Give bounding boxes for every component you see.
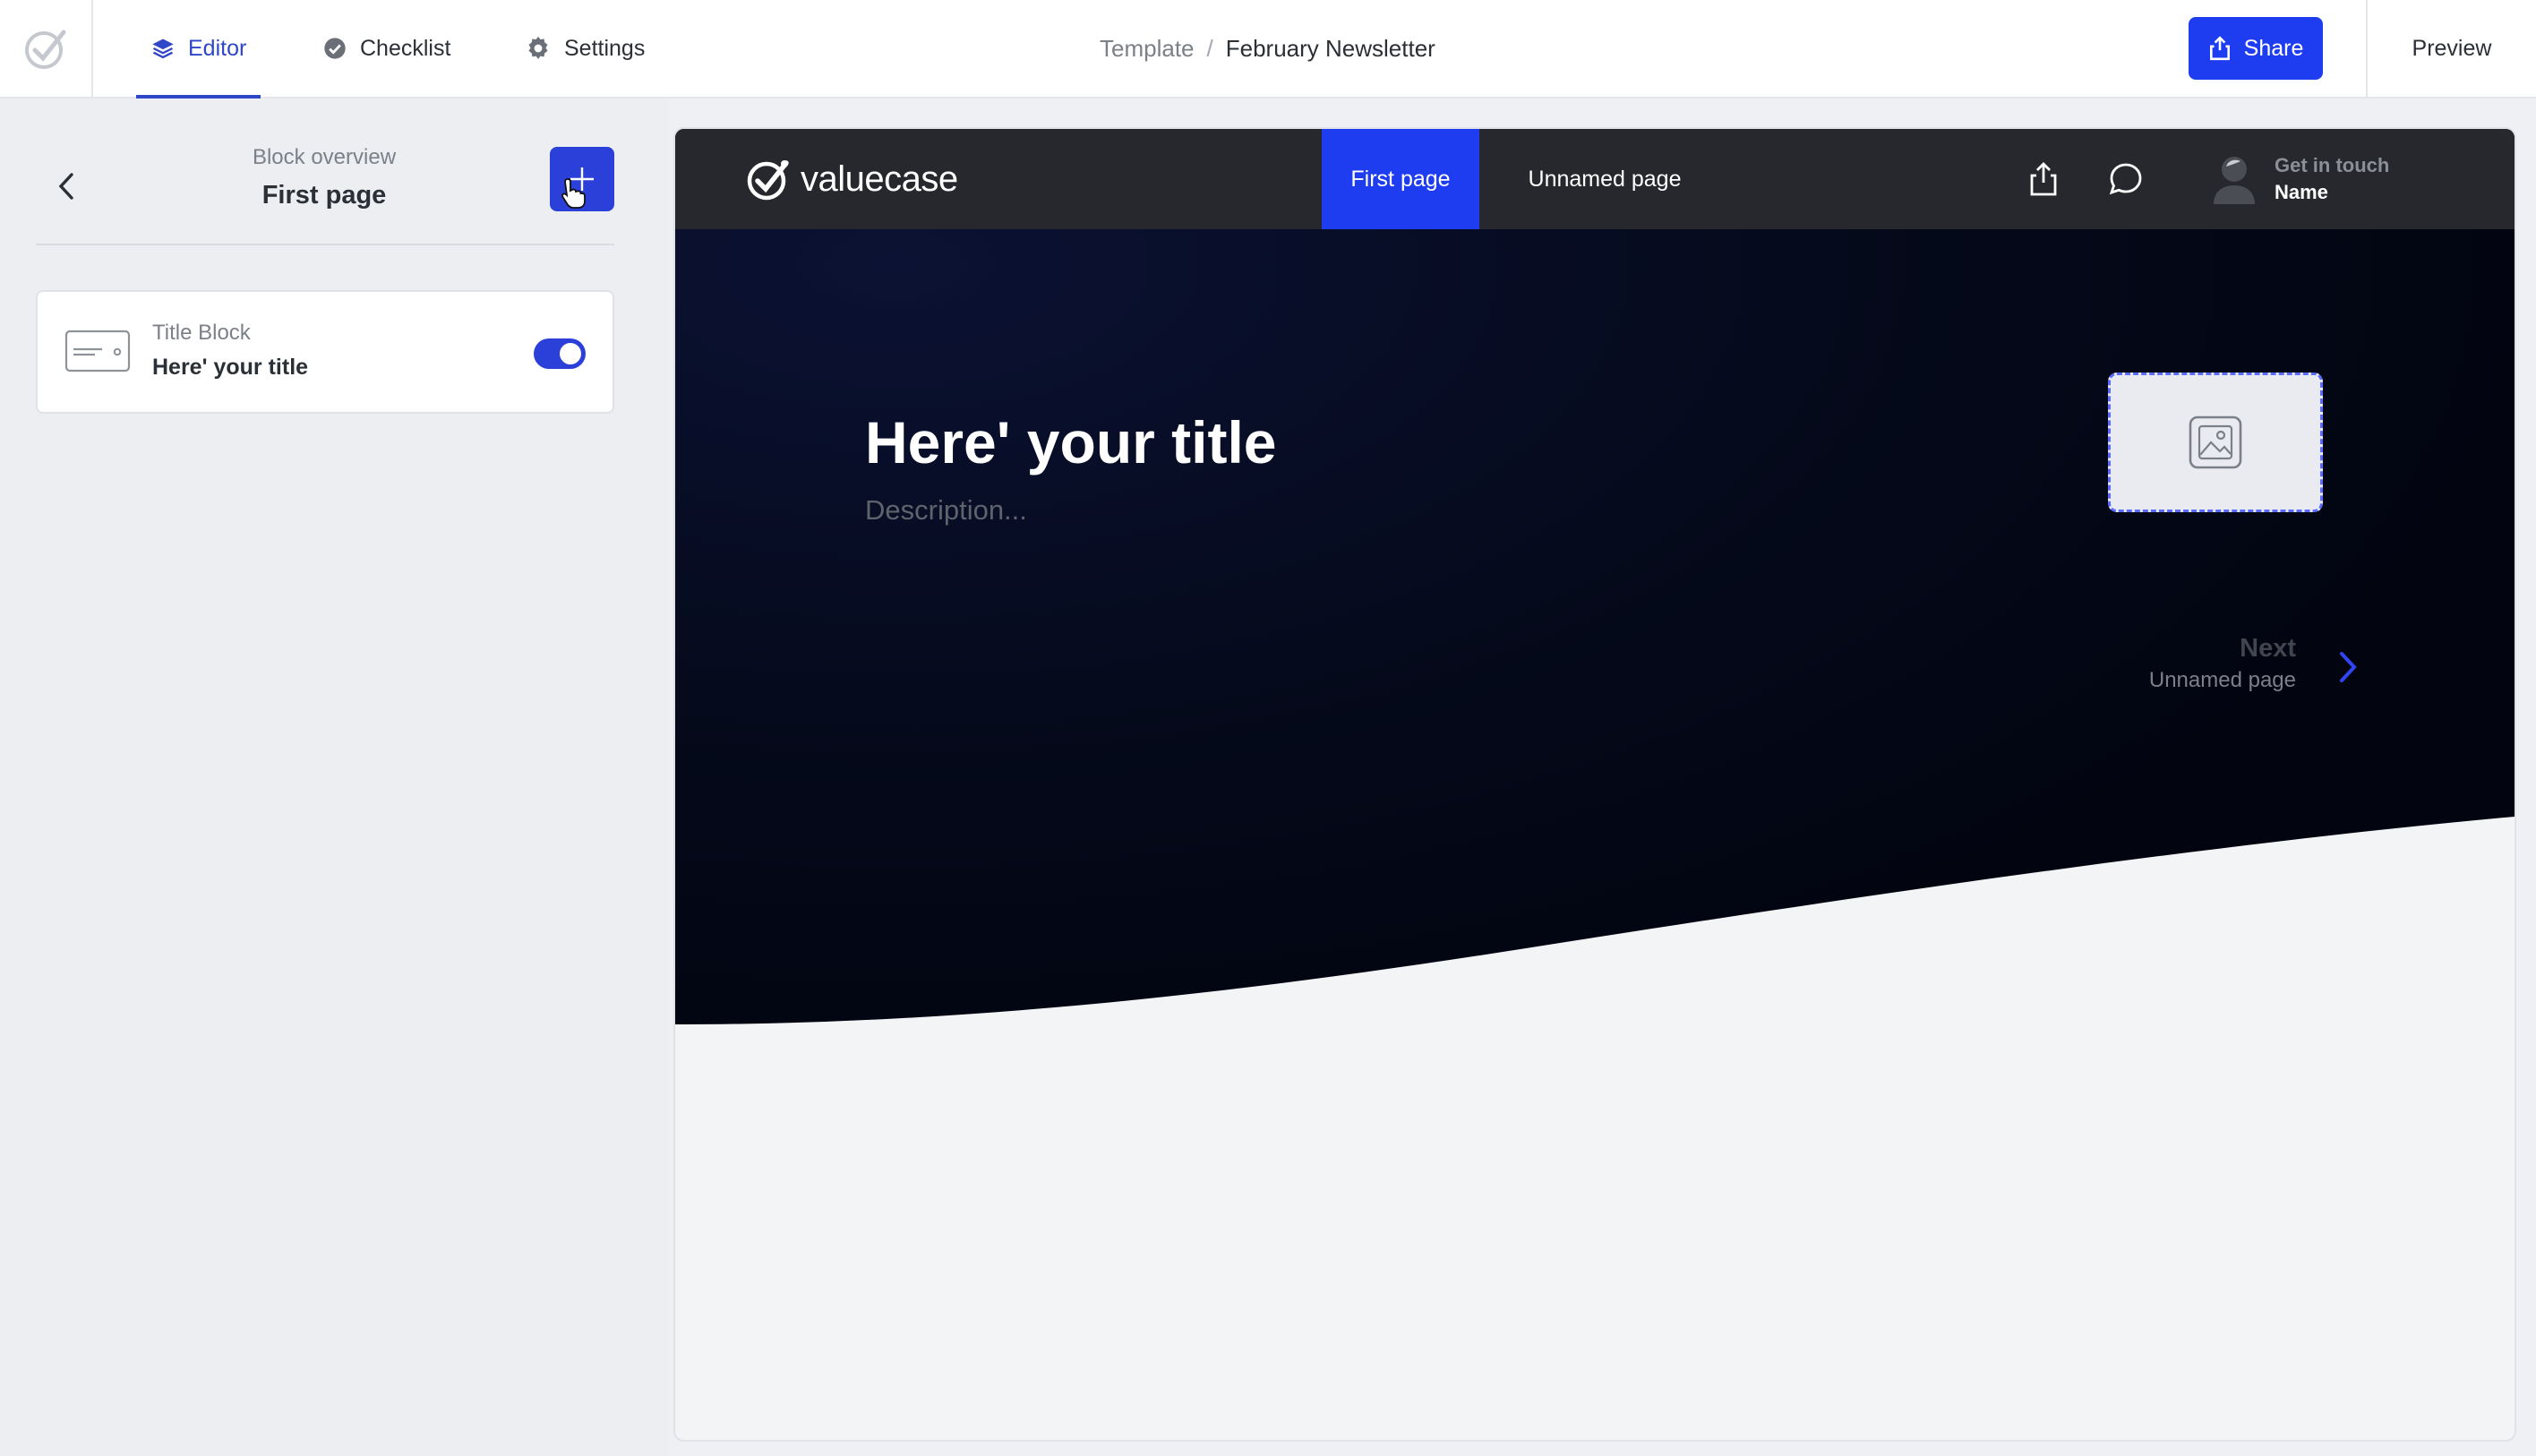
avatar-icon xyxy=(2214,157,2255,204)
page-tab-unnamed[interactable]: Unnamed page xyxy=(1479,129,1730,229)
breadcrumb-current: February Newsletter xyxy=(1225,34,1435,62)
contact-name: Name xyxy=(2275,181,2328,203)
tab-settings-label: Settings xyxy=(564,35,646,61)
tab-editor-label: Editor xyxy=(188,35,247,61)
tab-checklist[interactable]: Checklist xyxy=(322,0,450,97)
chat-bubble-icon xyxy=(2109,163,2142,195)
check-circle-icon xyxy=(324,38,346,59)
valuecase-check-icon xyxy=(747,160,789,201)
app-logo[interactable] xyxy=(0,0,93,97)
next-page-name: Unnamed page xyxy=(2148,668,2296,692)
tab-checklist-label: Checklist xyxy=(360,35,451,61)
share-button[interactable]: Share xyxy=(2189,17,2323,80)
chevron-right-icon xyxy=(2340,652,2357,682)
get-in-touch[interactable]: Get in touch Name xyxy=(2212,154,2389,204)
check-logo-icon xyxy=(25,30,66,69)
hero-description[interactable]: Description... xyxy=(865,494,1027,527)
layers-icon xyxy=(152,39,174,59)
page-preview-canvas: valuecase First page Unnamed page Get in… xyxy=(675,129,2515,1440)
panel-divider xyxy=(36,244,614,245)
title-block-icon xyxy=(64,330,131,373)
block-visibility-toggle[interactable] xyxy=(534,338,586,369)
breadcrumb-parent[interactable]: Template xyxy=(1100,35,1195,63)
hero-title[interactable]: Here' your title xyxy=(865,408,1277,476)
breadcrumb: Template / February Newsletter xyxy=(1100,0,1435,97)
block-card-title[interactable]: Title Block Here' your title xyxy=(36,290,614,414)
page-tab-first[interactable]: First page xyxy=(1322,129,1479,229)
block-name: Here' your title xyxy=(152,355,309,380)
share-icon xyxy=(2209,36,2230,61)
image-placeholder[interactable] xyxy=(2108,373,2323,512)
contact-label: Get in touch xyxy=(2275,154,2390,176)
share-icon xyxy=(2030,162,2057,196)
hero-background xyxy=(675,129,2515,1024)
next-label: Next xyxy=(2240,634,2296,663)
preview-button[interactable]: Preview xyxy=(2368,0,2536,97)
cursor-hand-icon xyxy=(561,178,586,209)
comment-icon-button[interactable] xyxy=(2106,159,2146,199)
site-logo-text: valuecase xyxy=(801,158,958,199)
block-overview-panel: Block overview First page Title Block He… xyxy=(0,98,668,1456)
share-page-icon-button[interactable] xyxy=(2024,159,2063,199)
site-logo[interactable]: valuecase xyxy=(745,156,958,202)
top-bar: Editor Checklist Settings Template / Feb… xyxy=(0,0,2536,98)
tab-settings[interactable]: Settings xyxy=(525,0,645,97)
breadcrumb-separator: / xyxy=(1206,34,1213,62)
tab-editor[interactable]: Editor xyxy=(136,0,261,98)
site-navbar: valuecase First page Unnamed page Get in… xyxy=(675,129,2515,229)
image-icon xyxy=(2189,415,2242,469)
add-block-button[interactable] xyxy=(550,147,614,211)
block-type: Title Block xyxy=(152,321,251,345)
next-page-link[interactable]: Next Unnamed page xyxy=(2054,630,2377,702)
share-button-label: Share xyxy=(2243,35,2304,61)
gear-icon xyxy=(528,36,548,59)
